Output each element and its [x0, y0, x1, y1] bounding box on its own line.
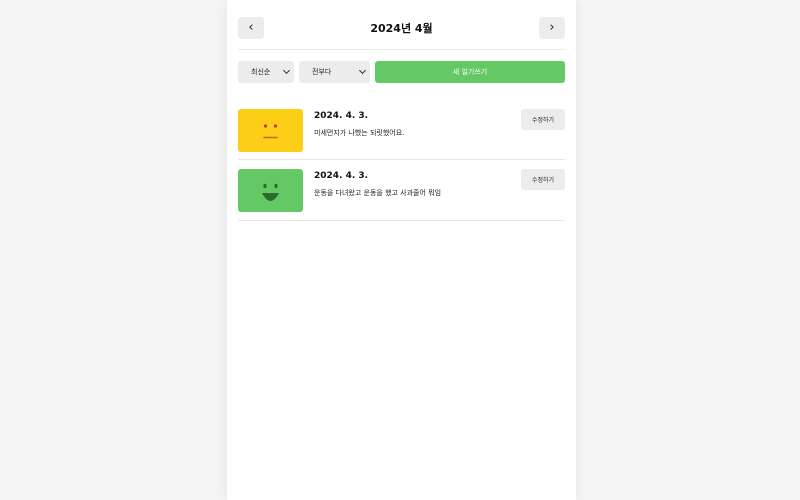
diary-list: 2024. 4. 3. 미세먼지가 나빴는 되릿했어요. 수정하기 2024. … [238, 100, 565, 221]
neutral-face-icon [263, 124, 278, 139]
prev-month-button[interactable]: ‹ [238, 16, 264, 39]
new-diary-button[interactable]: 새 일기쓰기 [375, 61, 565, 83]
diary-date: 2024. 4. 3. [314, 111, 369, 121]
next-month-button[interactable]: › [539, 16, 565, 39]
diary-content: 운동을 다녀왔고 운동을 했고 사과줄어 뭐임 [314, 189, 442, 197]
emotion-thumbnail[interactable] [238, 169, 303, 212]
diary-date: 2024. 4. 3. [314, 171, 369, 181]
chevron-down-icon [282, 66, 291, 75]
diary-item[interactable]: 2024. 4. 3. 운동을 다녀왔고 운동을 했고 사과줄어 뭐임 수정하기 [238, 160, 565, 221]
diary-content: 미세먼지가 나빴는 되릿했어요. [314, 129, 405, 137]
edit-button[interactable]: 수정하기 [521, 169, 565, 190]
chevron-right-icon: › [549, 20, 555, 35]
month-title: 2024년 4월 [370, 21, 433, 35]
header-divider [238, 49, 565, 50]
emotion-filter-select[interactable]: 전부다 [299, 61, 370, 83]
diary-app: ‹ 2024년 4월 › 최신순 전부다 새 일기쓰기 2024. 4. 3. … [227, 0, 576, 500]
happy-face-icon [262, 183, 279, 201]
emotion-thumbnail[interactable] [238, 109, 303, 152]
diary-item[interactable]: 2024. 4. 3. 미세먼지가 나빴는 되릿했어요. 수정하기 [238, 100, 565, 160]
edit-button[interactable]: 수정하기 [521, 109, 565, 130]
controls-bar: 최신순 전부다 새 일기쓰기 [238, 61, 565, 83]
chevron-down-icon [358, 66, 367, 75]
sort-select-value: 최신순 [251, 68, 271, 76]
filter-select-value: 전부다 [312, 68, 332, 76]
sort-select[interactable]: 최신순 [238, 61, 294, 83]
month-header: ‹ 2024년 4월 › [238, 16, 565, 39]
chevron-left-icon: ‹ [248, 20, 254, 35]
